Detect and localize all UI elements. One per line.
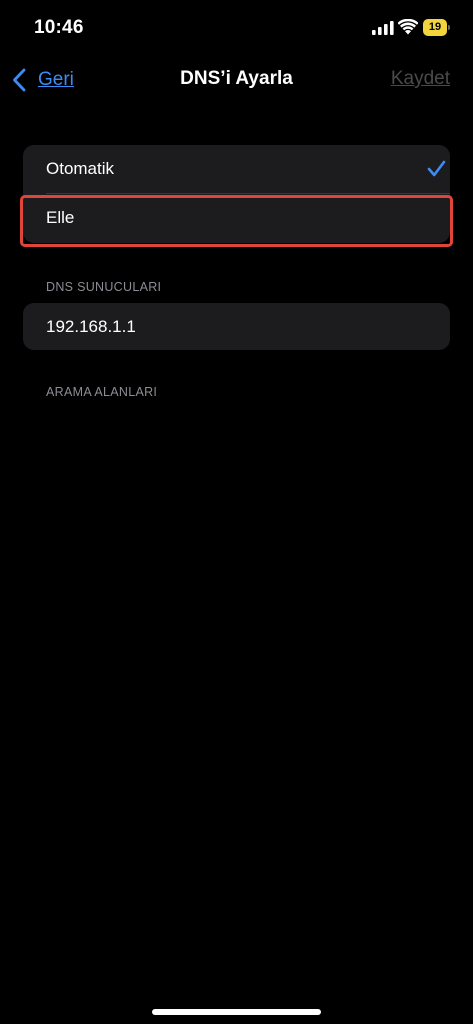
wifi-icon <box>398 19 418 35</box>
dns-server-value: 192.168.1.1 <box>46 317 136 336</box>
save-button[interactable]: Kaydet <box>391 68 450 90</box>
checkmark-icon <box>427 160 446 177</box>
dns-server-field[interactable]: 192.168.1.1 <box>23 303 450 350</box>
status-time: 10:46 <box>34 17 84 38</box>
dns-mode-group: Otomatik Elle <box>23 145 450 243</box>
dns-servers-header: DNS SUNUCULARI <box>46 280 162 294</box>
navigation-bar: Geri DNS’i Ayarla Kaydet <box>0 56 473 104</box>
option-label-automatic: Otomatik <box>46 159 115 178</box>
home-indicator[interactable] <box>152 1009 321 1015</box>
option-label-manual: Elle <box>46 208 75 227</box>
dns-mode-option-manual[interactable]: Elle <box>23 194 450 243</box>
signal-icon <box>372 21 394 35</box>
battery-tip <box>448 25 450 30</box>
dns-mode-option-automatic[interactable]: Otomatik <box>23 145 450 194</box>
status-bar: 10:46 19 <box>0 0 473 56</box>
battery-level: 19 <box>423 19 447 36</box>
search-domains-header: ARAMA ALANLARI <box>46 385 158 399</box>
battery-icon: 19 <box>423 19 450 36</box>
